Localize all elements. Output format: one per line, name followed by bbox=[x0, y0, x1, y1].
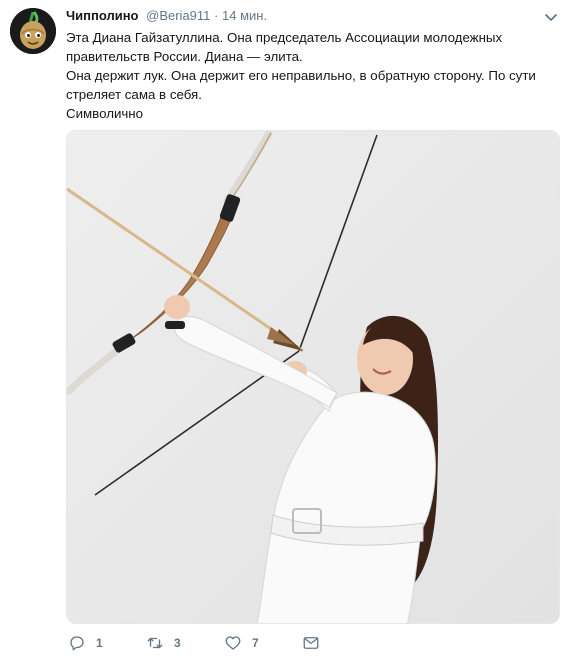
direct-message-button[interactable] bbox=[302, 632, 320, 654]
tweet-header: Чипполино @Beria911 · 14 мин. bbox=[66, 7, 540, 25]
separator: · bbox=[214, 8, 219, 23]
reply-count: 1 bbox=[96, 636, 103, 650]
photo-woman-with-bow bbox=[67, 131, 559, 623]
timestamp[interactable]: 14 мин. bbox=[222, 8, 267, 23]
like-button[interactable]: 7 bbox=[224, 632, 259, 654]
heart-icon bbox=[225, 636, 241, 650]
author-handle[interactable]: @Beria911 bbox=[146, 8, 210, 23]
tweet: Чипполино @Beria911 · 14 мин. Эта Диана … bbox=[0, 0, 570, 663]
retweet-icon bbox=[147, 637, 163, 649]
reply-button[interactable]: 1 bbox=[68, 632, 103, 654]
retweet-count: 3 bbox=[174, 636, 181, 650]
author-name[interactable]: Чипполино bbox=[66, 8, 139, 23]
tweet-text-line: Она держит лук. Она держит его неправиль… bbox=[66, 68, 536, 102]
retweet-button[interactable]: 3 bbox=[146, 632, 181, 654]
tweet-photo[interactable] bbox=[66, 130, 560, 624]
like-count: 7 bbox=[252, 636, 259, 650]
envelope-icon bbox=[303, 637, 319, 649]
avatar[interactable] bbox=[10, 8, 56, 54]
onion-avatar-icon bbox=[10, 8, 56, 54]
tweet-text: Эта Диана Гайзатуллина. Она председатель… bbox=[66, 28, 556, 123]
chevron-down-icon[interactable] bbox=[544, 10, 558, 21]
tweet-text-line: Символично bbox=[66, 106, 144, 121]
tweet-text-line: Эта Диана Гайзатуллина. Она председатель… bbox=[66, 30, 503, 64]
tweet-actions: 1 3 7 bbox=[66, 632, 486, 654]
reply-icon bbox=[70, 636, 84, 651]
